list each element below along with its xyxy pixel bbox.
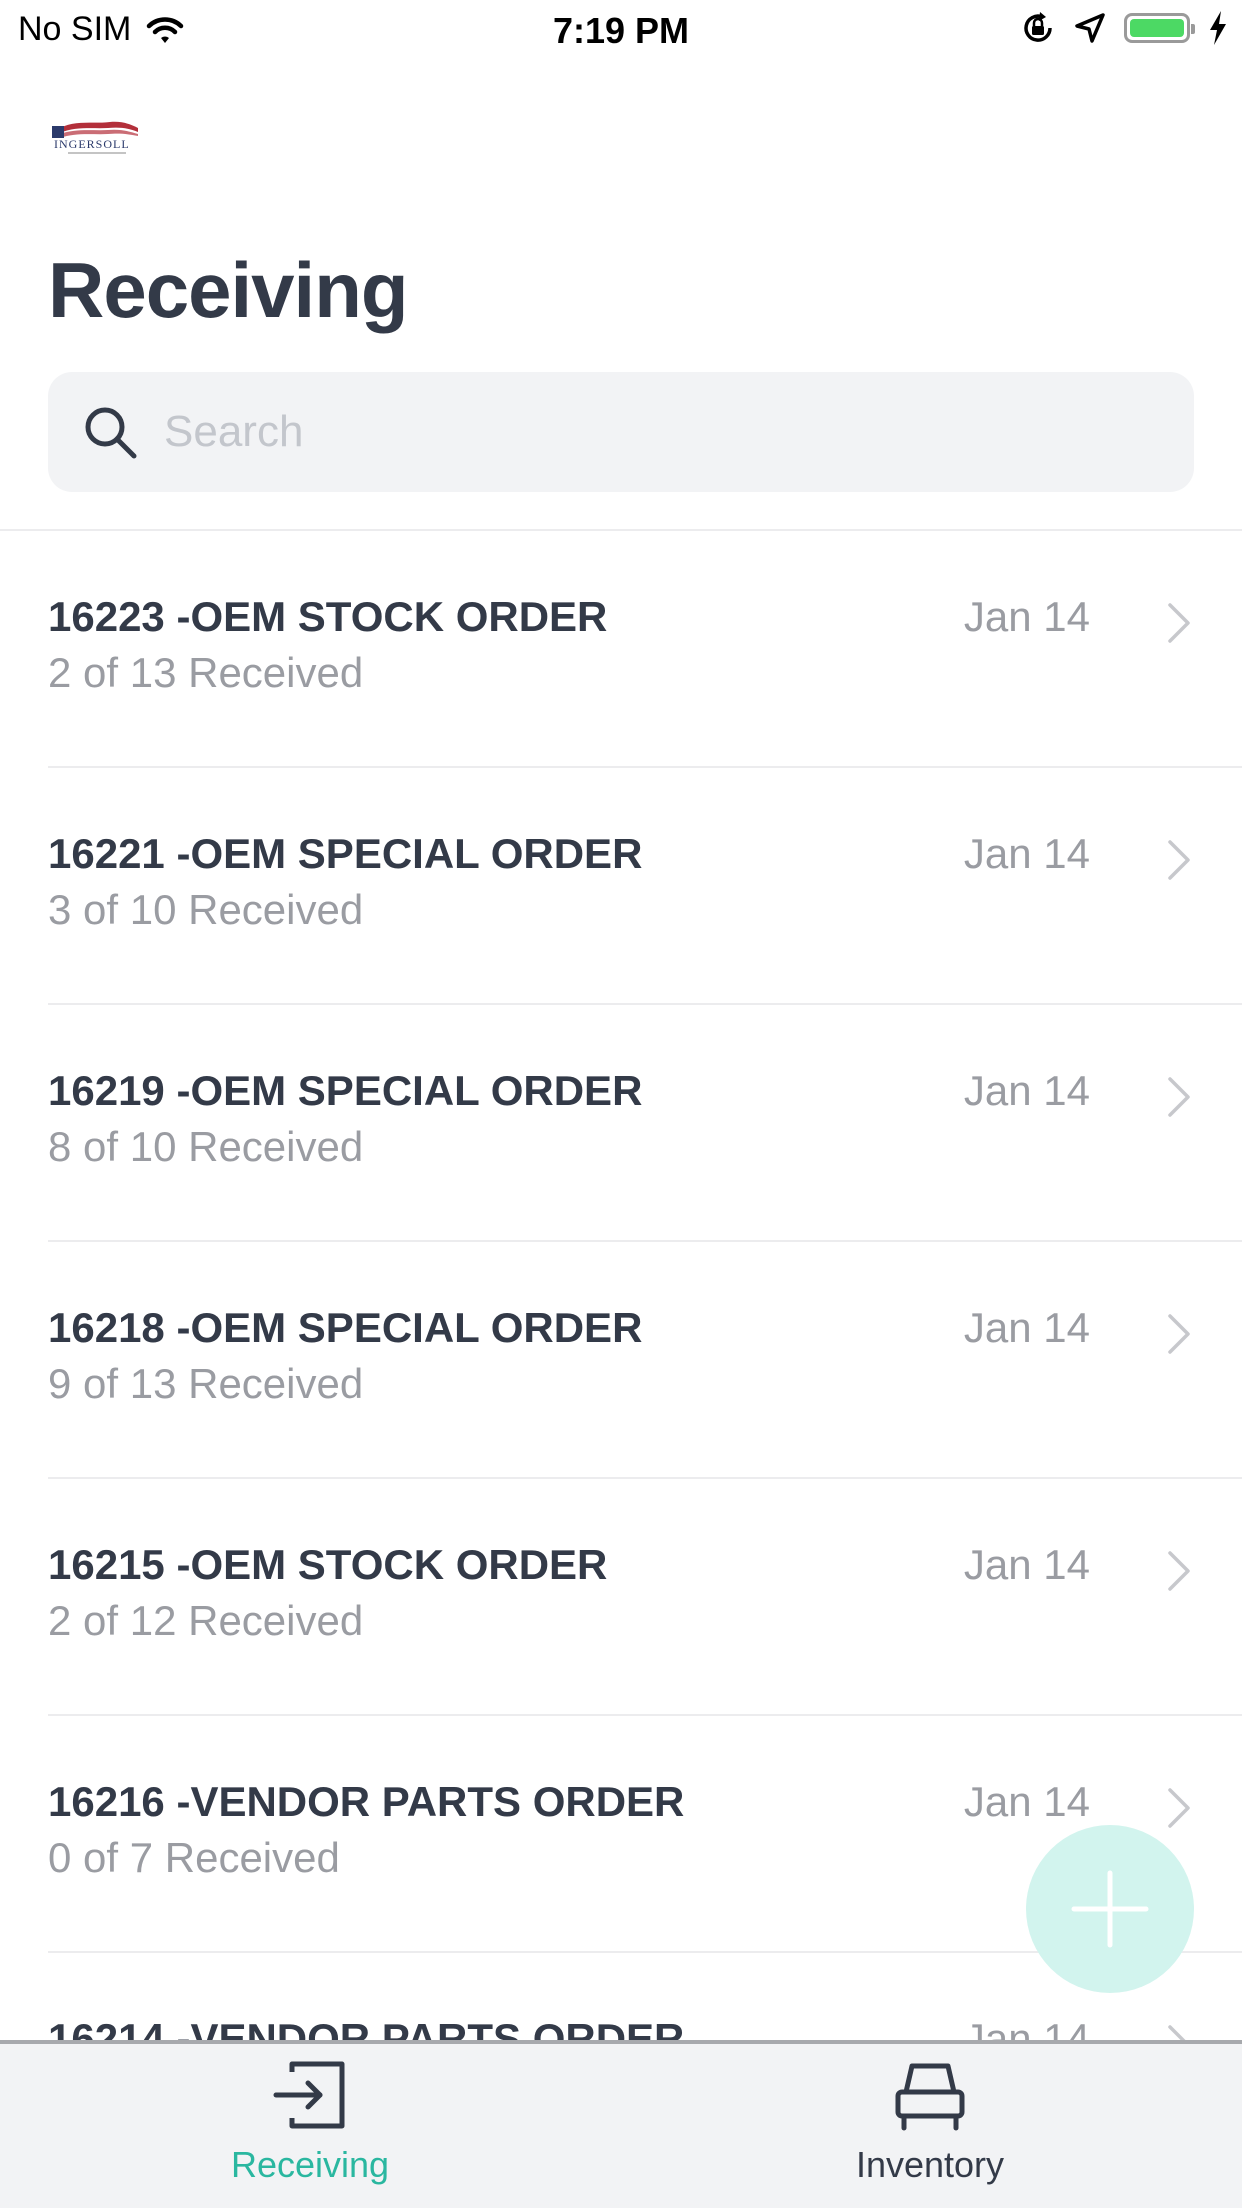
tab-inventory[interactable]: Inventory [810,2058,1050,2186]
tab-bar: Receiving Inventory [0,2040,1242,2208]
order-title: 16219 -OEM SPECIAL ORDER [48,1067,643,1114]
order-title: 16221 -OEM SPECIAL ORDER [48,830,643,877]
chevron-right-icon [1168,1077,1190,1117]
order-date: Jan 14 [963,593,1090,640]
order-date: Jan 14 [963,1778,1090,1825]
order-row[interactable]: 16219 -OEM SPECIAL ORDER 8 of 10 Received… [0,1005,1242,1242]
tab-label: Inventory [855,2144,1005,2185]
order-date: Jan 14 [963,1541,1090,1588]
chevron-right-icon [1168,2025,1187,2041]
receiving-icon [273,2061,345,2129]
tab-receiving[interactable]: Receiving [190,2058,430,2186]
chevron-right-icon [1168,840,1190,880]
order-received-count: 2 of 12 Received [48,1597,364,1644]
order-title: 16214 -VENDOR PARTS ORDER [48,2015,685,2041]
order-received-count: 0 of 7 Received [48,1834,340,1881]
order-row[interactable]: 16223 -OEM STOCK ORDER 2 of 13 Received Ja… [0,531,1242,768]
order-received-count: 3 of 10 Received [48,886,364,933]
charging-icon [1210,11,1226,45]
order-received-count: 2 of 13 Received [48,649,364,696]
company-logo: INGERSOLL [52,121,138,154]
order-title: 16223 -OEM STOCK ORDER [48,593,608,640]
order-received-count: 8 of 10 Received [48,1123,364,1170]
search-bar[interactable] [48,372,1194,492]
order-date: Jan 14 [963,1304,1090,1351]
tab-label: Receiving [230,2144,390,2185]
order-date: Jan 14 [963,1067,1090,1114]
car-icon [895,2063,965,2131]
order-received-count: 9 of 13 Received [48,1360,364,1407]
order-list: 16223 -OEM STOCK ORDER 2 of 13 Received Ja… [0,531,1242,2041]
order-title: 16218 -OEM SPECIAL ORDER [48,1304,643,1351]
svg-text:INGERSOLL: INGERSOLL [54,137,130,151]
order-date: Jan 14 [963,830,1090,877]
add-order-button[interactable] [1026,1825,1194,1993]
order-title: 16216 -VENDOR PARTS ORDER [48,1778,685,1825]
location-icon [1075,13,1105,43]
order-row[interactable]: 16218 -OEM SPECIAL ORDER 9 of 13 Received… [0,1242,1242,1479]
search-icon [85,407,137,459]
battery-icon [1124,13,1195,43]
page-title: Receiving [48,246,408,334]
status-right [1020,10,1228,46]
orientation-lock-icon [1024,12,1052,42]
chevron-right-icon [1168,1314,1190,1354]
chevron-right-icon [1168,1788,1190,1828]
search-input[interactable] [162,406,1126,458]
order-title: 16215 -OEM STOCK ORDER [48,1541,608,1588]
order-row[interactable]: 16221 -OEM SPECIAL ORDER 3 of 10 Received… [0,768,1242,1005]
order-row[interactable]: 16215 -OEM STOCK ORDER 2 of 12 Received Ja… [0,1479,1242,1716]
status-bar: No SIM 7:19 PM [0,0,1242,62]
chevron-right-icon [1168,1551,1190,1591]
order-date: Jan 14 [963,2015,1090,2041]
chevron-right-icon [1168,603,1190,643]
plus-icon [1071,1870,1149,1948]
